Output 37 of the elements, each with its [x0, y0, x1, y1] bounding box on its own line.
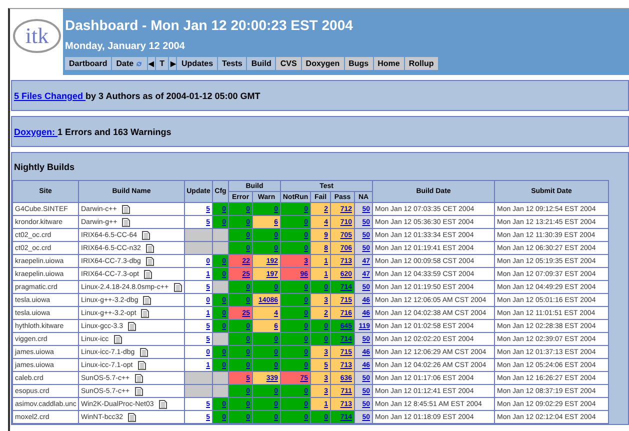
nav-link[interactable]: Home	[374, 57, 404, 70]
document-icon[interactable]	[114, 334, 122, 344]
document-icon[interactable]	[140, 348, 148, 356]
nav-link[interactable]: T	[156, 57, 168, 70]
doxygen-link[interactable]: Doxygen:	[14, 126, 58, 136]
document-icon[interactable]	[144, 270, 152, 278]
document-icon[interactable]	[143, 296, 152, 304]
files-changed-link[interactable]: 5 Files Changed	[14, 90, 86, 100]
section-title: Nightly Builds	[13, 161, 76, 174]
nav-link[interactable]: Build	[247, 57, 276, 70]
document-icon[interactable]	[142, 230, 150, 240]
nav-link[interactable]: Bugs	[344, 57, 373, 70]
nav-link[interactable]: Updates	[177, 57, 218, 70]
refresh-icon	[134, 60, 143, 68]
nav-link[interactable]: CVS	[276, 57, 301, 70]
document-icon[interactable]	[158, 400, 167, 408]
logo-text: itk	[25, 25, 49, 47]
document-icon[interactable]	[146, 244, 154, 252]
document-icon[interactable]	[134, 374, 143, 382]
nav-link[interactable]: Rollup	[404, 57, 438, 70]
document-icon[interactable]	[138, 360, 146, 370]
dashboard-date: Monday, January 12 2004	[65, 41, 186, 52]
document-icon[interactable]	[146, 256, 154, 266]
dashboard-title: Dashboard - Mon Jan 12 20:00:23 EST 2004	[65, 17, 354, 33]
nav-link[interactable]: Date	[112, 57, 147, 70]
nav-link[interactable]: Dartboard	[65, 57, 112, 70]
nav-link[interactable]: Tests	[218, 57, 246, 70]
updates-summary: 5 Files Changed by 3 Authors as of 2004-01-12 05:00 GMT	[14, 90, 260, 100]
nav-link[interactable]: Doxygen	[302, 57, 344, 70]
document-icon[interactable]	[134, 386, 143, 396]
document-icon[interactable]	[128, 322, 136, 330]
document-icon[interactable]	[141, 308, 150, 318]
document-icon[interactable]	[122, 204, 130, 214]
doxygen-summary: Doxygen: 1 Errors and 163 Warnings	[14, 126, 172, 136]
document-icon[interactable]	[128, 412, 136, 422]
document-icon[interactable]	[174, 282, 182, 292]
document-icon[interactable]	[122, 218, 130, 226]
